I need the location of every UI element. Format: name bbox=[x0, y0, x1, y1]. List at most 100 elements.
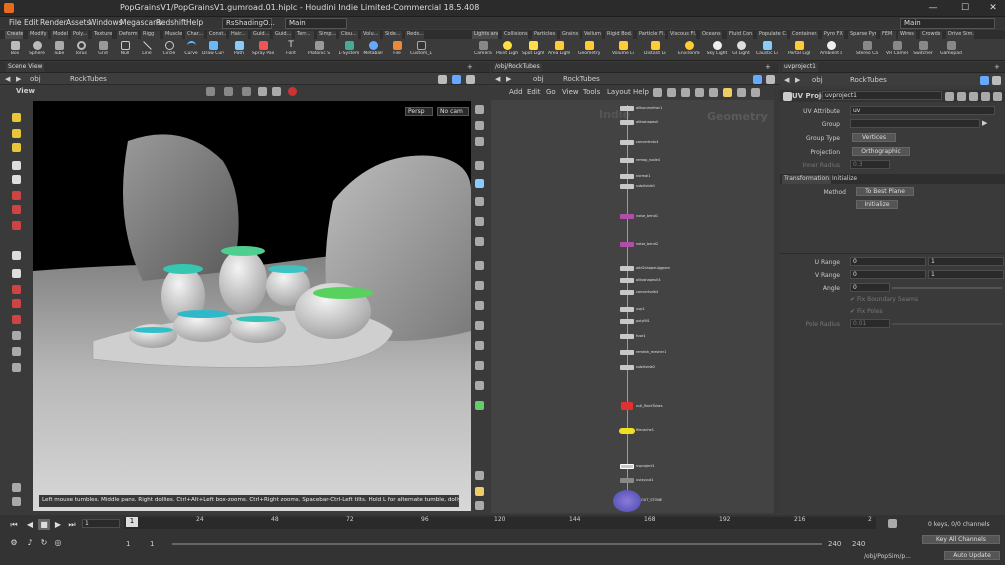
tool-caustic-light[interactable]: Caustic Light bbox=[756, 39, 778, 61]
tool-curve[interactable]: Curve bbox=[180, 39, 202, 61]
lasso-icon[interactable] bbox=[12, 299, 21, 308]
home-icon[interactable] bbox=[475, 105, 484, 114]
info-params-icon[interactable] bbox=[981, 92, 990, 101]
shelf-tab[interactable]: Drive Sim... bbox=[946, 31, 974, 39]
node-name-field[interactable]: uvproject1 bbox=[822, 91, 942, 100]
shelf-tab[interactable]: Guid... bbox=[273, 31, 292, 39]
tool-sphere[interactable]: Sphere bbox=[26, 39, 48, 61]
shelf-tab[interactable]: Reds... bbox=[405, 31, 424, 39]
pose-icon[interactable] bbox=[12, 269, 21, 278]
node[interactable] bbox=[620, 106, 634, 111]
tool-gamepad-camera[interactable]: Gamepad Camera bbox=[940, 39, 962, 61]
tool-sky-light[interactable]: Sky Light bbox=[706, 39, 728, 61]
current-frame-field[interactable]: 1 bbox=[82, 519, 120, 528]
magnet-icon[interactable] bbox=[12, 315, 21, 324]
tool-spot-light[interactable]: Spot Light bbox=[522, 39, 544, 61]
group-field[interactable] bbox=[850, 119, 980, 128]
help-icon[interactable] bbox=[957, 92, 966, 101]
net-tool-icon[interactable] bbox=[709, 88, 718, 97]
persp-menu[interactable]: Persp bbox=[405, 107, 433, 116]
bg-icon[interactable] bbox=[475, 217, 484, 226]
shelf-tab[interactable]: Guid... bbox=[251, 31, 270, 39]
lock-icon[interactable] bbox=[12, 175, 21, 184]
grid-view-icon[interactable] bbox=[475, 487, 484, 496]
shelf-tab[interactable]: Modify bbox=[28, 31, 48, 39]
node[interactable] bbox=[620, 319, 634, 324]
frame-icon[interactable] bbox=[475, 121, 484, 130]
node[interactable] bbox=[620, 334, 634, 339]
shelf-tab[interactable]: Particles bbox=[532, 31, 557, 39]
shelf-tab[interactable]: Fluid Con... bbox=[727, 31, 753, 39]
range-slider[interactable] bbox=[172, 543, 822, 545]
filecache-node[interactable] bbox=[619, 428, 635, 434]
tool-circle[interactable]: Circle bbox=[158, 39, 180, 61]
path-node[interactable]: RockTubes bbox=[70, 75, 107, 83]
playhead[interactable]: 1 bbox=[126, 517, 138, 527]
shelf-tab[interactable]: Collisions bbox=[502, 31, 528, 39]
tool-null[interactable]: Null bbox=[114, 39, 136, 61]
tool-tube[interactable]: Tube bbox=[48, 39, 70, 61]
realtime-icon[interactable]: ⚙ bbox=[8, 537, 20, 548]
network-view[interactable]: Indie Geometry alltocurvefrac1 alltoshap… bbox=[491, 100, 774, 513]
step-back-icon[interactable]: ◀ bbox=[24, 519, 36, 530]
tool-vr-camera[interactable]: VR Camera bbox=[886, 39, 908, 61]
net-layout-icon[interactable] bbox=[766, 75, 775, 84]
back-arrow-icon-2[interactable]: ◀ bbox=[495, 75, 500, 83]
back-arrow-icon-3[interactable]: ◀ bbox=[784, 76, 789, 84]
prims-icon[interactable] bbox=[475, 321, 484, 330]
shelf-tab[interactable]: Side... bbox=[383, 31, 402, 39]
viewport-3d[interactable]: Left mouse tumbles. Middle pans. Right d… bbox=[33, 101, 471, 511]
node[interactable] bbox=[620, 242, 634, 247]
menu-redshift[interactable]: Redshift bbox=[156, 18, 186, 27]
tool-custom-lod[interactable]: Custom_LOD bbox=[410, 39, 432, 61]
shelf-tab[interactable]: Container... bbox=[790, 31, 818, 39]
camera-tool-icon[interactable] bbox=[12, 331, 21, 340]
display-opts-icon[interactable] bbox=[475, 197, 484, 206]
u-range-max[interactable]: 1 bbox=[928, 257, 1004, 266]
lighting-icon[interactable] bbox=[258, 87, 267, 96]
tool-lsystem[interactable]: L-System bbox=[338, 39, 360, 61]
shelf-tab[interactable]: Poly... bbox=[71, 31, 88, 39]
menu-assets[interactable]: Assets bbox=[66, 18, 90, 27]
shelf-tab[interactable]: Volu... bbox=[361, 31, 380, 39]
brush-icon[interactable] bbox=[12, 285, 21, 294]
tool-stereo-camera[interactable]: Stereo Camera bbox=[856, 39, 878, 61]
node[interactable] bbox=[620, 214, 634, 219]
uvproject-node[interactable] bbox=[620, 464, 634, 469]
tool-camera[interactable]: Camera bbox=[472, 39, 494, 61]
tool-portal-light[interactable]: Portal Light bbox=[788, 39, 810, 61]
tab-network[interactable]: /obj/RockTubes bbox=[493, 63, 542, 72]
shelf-tab[interactable]: Hair... bbox=[229, 31, 248, 39]
node[interactable] bbox=[620, 158, 634, 163]
out-node[interactable] bbox=[613, 490, 641, 512]
eye-icon[interactable] bbox=[12, 497, 21, 506]
wireframe-icon[interactable] bbox=[242, 87, 251, 96]
add-tab-icon[interactable]: + bbox=[467, 63, 473, 71]
menu-help[interactable]: Help bbox=[186, 18, 203, 27]
node[interactable] bbox=[620, 174, 634, 179]
pole-radius-field[interactable]: 0.01 bbox=[850, 319, 890, 328]
uv-attribute-field[interactable]: uv bbox=[850, 106, 995, 115]
tool-ambient-light[interactable]: Ambient Light bbox=[820, 39, 842, 61]
move-icon[interactable] bbox=[12, 129, 21, 138]
shelf-tab[interactable]: Model bbox=[51, 31, 68, 39]
pole-radius-slider[interactable] bbox=[892, 323, 1002, 325]
menu-render[interactable]: Render bbox=[40, 18, 67, 27]
net-menu-view[interactable]: View bbox=[562, 88, 579, 96]
lock-view-icon[interactable] bbox=[475, 137, 484, 146]
lock-bottom-icon[interactable] bbox=[475, 501, 484, 510]
method-menu[interactable]: To Best Plane bbox=[856, 187, 914, 196]
record-icon[interactable] bbox=[288, 87, 297, 96]
question-icon[interactable] bbox=[993, 92, 1002, 101]
pin-icon[interactable] bbox=[438, 75, 447, 84]
audio-icon[interactable]: ♪ bbox=[24, 537, 36, 548]
tool-grid[interactable]: Grid bbox=[92, 39, 114, 61]
close-button[interactable]: ✕ bbox=[978, 1, 1005, 15]
shelf-tab[interactable]: Wires bbox=[898, 31, 916, 39]
snapshot-icon[interactable] bbox=[475, 401, 484, 410]
menu-file[interactable]: File bbox=[9, 18, 22, 27]
measure-icon[interactable] bbox=[475, 381, 484, 390]
shelf-tab[interactable]: Clou... bbox=[339, 31, 358, 39]
normals-icon[interactable] bbox=[475, 281, 484, 290]
initialize-button[interactable]: Initialize bbox=[856, 200, 898, 209]
